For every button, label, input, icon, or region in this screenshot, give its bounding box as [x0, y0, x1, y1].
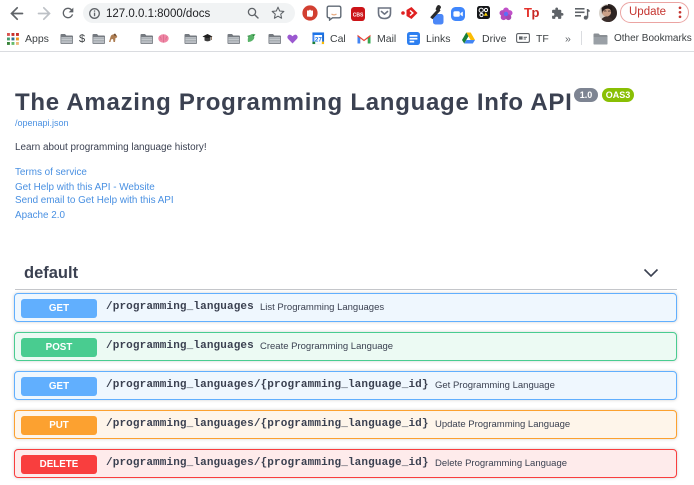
svg-text:27: 27	[315, 36, 322, 43]
svg-text:CBS: CBS	[353, 12, 364, 18]
